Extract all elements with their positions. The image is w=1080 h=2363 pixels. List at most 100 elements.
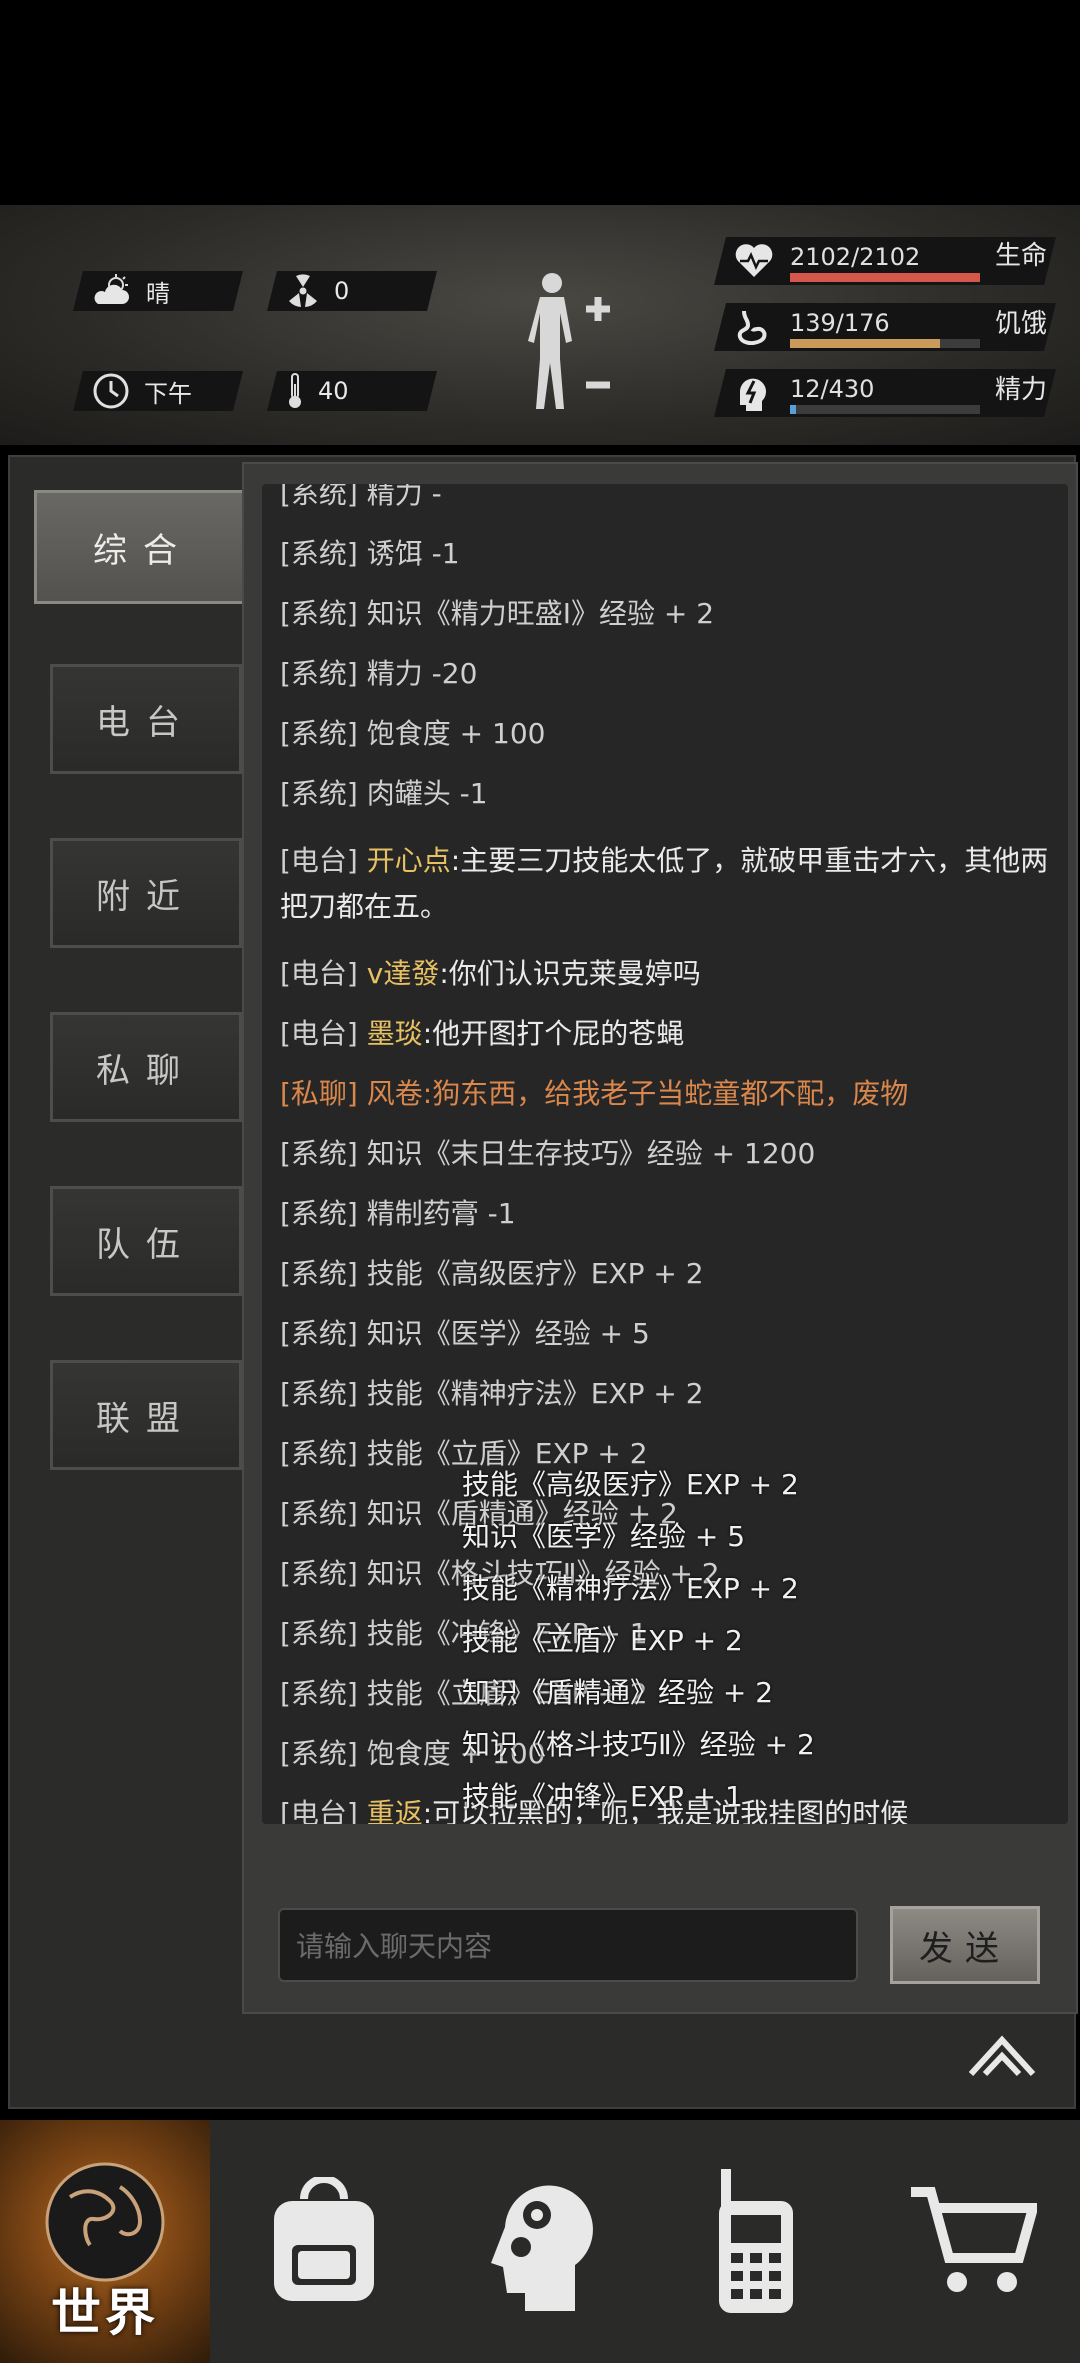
time-stat: 下午: [73, 371, 243, 411]
radio-message[interactable]: [电台] v達發:你们认识克莱曼婷吗: [280, 944, 1060, 1004]
floating-notice: 技能《精神疗法》EXP + 2: [462, 1572, 799, 1605]
nav-backpack[interactable]: [216, 2120, 432, 2363]
tab-general[interactable]: 综合: [34, 490, 252, 604]
chat-input-placeholder: 请输入聊天内容: [296, 1930, 493, 1963]
sender-name[interactable]: 墨琰: [367, 1017, 423, 1050]
channel-tag: [私聊]: [280, 1077, 358, 1110]
globe-icon: [40, 2157, 170, 2287]
radiation-value: 0: [334, 277, 350, 305]
thermometer-icon: [286, 372, 304, 410]
hunger-fill: [790, 339, 941, 348]
clock-icon: [92, 372, 130, 410]
weather-stat: 晴: [73, 271, 243, 311]
system-message: [系统] 精力 -: [280, 484, 1060, 524]
collapse-button[interactable]: [965, 2030, 1039, 2080]
channel-tag: [电台]: [280, 1797, 358, 1824]
heart-pulse-icon: [734, 243, 774, 279]
system-message: [系统] 诱饵 -1: [280, 524, 1060, 584]
system-message: [系统] 技能《精神疗法》EXP + 2: [280, 1364, 1060, 1424]
sender-name[interactable]: 重返: [367, 1797, 423, 1824]
tab-radio[interactable]: 电台: [50, 664, 242, 774]
message-text: 精力 -20: [366, 657, 478, 690]
energy-head-icon: [734, 373, 770, 413]
temperature-stat: 40: [267, 371, 437, 411]
channel-tag: [系统]: [280, 597, 358, 630]
channel-tag: [系统]: [280, 537, 358, 570]
channel-tag: [系统]: [280, 1437, 358, 1470]
tab-private[interactable]: 私聊: [50, 1012, 242, 1122]
chat-input[interactable]: 请输入聊天内容: [278, 1908, 858, 1982]
sender-name[interactable]: 风卷: [367, 1077, 423, 1110]
channel-tag: [电台]: [280, 844, 358, 877]
private-message[interactable]: [私聊] 风卷:狗东西，给我老子当蛇童都不配，废物: [280, 1064, 1060, 1124]
message-text: 技能《精神疗法》EXP + 2: [366, 1377, 704, 1410]
system-message: [系统] 知识《末日生存技巧》经验 + 1200: [280, 1124, 1060, 1184]
channel-tag: [系统]: [280, 1617, 358, 1650]
bottom-nav: 世界: [0, 2120, 1080, 2363]
energy-value: 12/430: [790, 375, 875, 403]
floating-notice: 知识《盾精通》经验 + 2: [462, 1676, 774, 1709]
floating-notice: 知识《格斗技巧Ⅱ》经验 + 2: [462, 1728, 815, 1761]
channel-tag: [系统]: [280, 1317, 358, 1350]
energy-track: [790, 405, 980, 414]
radio-message[interactable]: [电台] 开心点:主要三刀技能太低了，就破甲重击才六，其他两把刀都在五。: [280, 824, 1060, 944]
message-text: :你们认识克莱曼婷吗: [439, 957, 701, 990]
channel-tag: [系统]: [280, 484, 358, 510]
message-text: 知识《末日生存技巧》经验 + 1200: [366, 1137, 816, 1170]
message-text: 知识《医学》经验 + 5: [366, 1317, 650, 1350]
hunger-value: 139/176: [790, 309, 890, 337]
tab-team[interactable]: 队伍: [50, 1186, 242, 1296]
health-fill: [790, 273, 980, 282]
nav-world[interactable]: 世界: [0, 2120, 210, 2363]
system-message: [系统] 饱食度 + 100: [280, 704, 1060, 764]
message-text: :他开图打个屁的苍蝇: [422, 1017, 685, 1050]
nav-skills[interactable]: [432, 2120, 648, 2363]
send-button[interactable]: 发送: [890, 1906, 1040, 1984]
body-status-button[interactable]: [522, 265, 622, 425]
radio-message[interactable]: [电台] 墨琰:他开图打个屁的苍蝇: [280, 1004, 1060, 1064]
energy-label: 精力: [995, 375, 1048, 405]
nav-radio[interactable]: [648, 2120, 864, 2363]
channel-tag: [电台]: [280, 957, 358, 990]
tab-alliance[interactable]: 联盟: [50, 1360, 242, 1470]
floating-notice: 技能《立盾》EXP + 2: [462, 1624, 743, 1657]
energy-fill: [790, 405, 796, 414]
floating-notice: 知识《医学》经验 + 5: [462, 1520, 746, 1553]
system-message: [系统] 知识《医学》经验 + 5: [280, 1304, 1060, 1364]
system-message: [系统] 精力 -20: [280, 644, 1060, 704]
channel-tag: [系统]: [280, 1557, 358, 1590]
message-text: 精力 -: [366, 484, 442, 510]
walkie-talkie-icon: [711, 2167, 801, 2317]
nav-shop[interactable]: [864, 2120, 1080, 2363]
system-message: [系统] 技能《高级医疗》EXP + 2: [280, 1244, 1060, 1304]
message-text: 诱饵 -1: [366, 537, 460, 570]
channel-tag: [系统]: [280, 1497, 358, 1530]
system-message: [系统] 肉罐头 -1: [280, 764, 1060, 824]
time-label: 下午: [144, 379, 192, 408]
health-value: 2102/2102: [790, 243, 921, 271]
system-message: [系统] 精制药膏 -1: [280, 1184, 1060, 1244]
floating-notice: 技能《高级医疗》EXP + 2: [462, 1468, 799, 1501]
partly-cloudy-icon: [92, 274, 132, 308]
floating-notice: 技能《冲锋》EXP + 1: [462, 1780, 743, 1813]
tab-nearby[interactable]: 附近: [50, 838, 242, 948]
health-label: 生命: [995, 241, 1048, 271]
sender-name[interactable]: v達發: [367, 957, 440, 990]
radiation-icon: [286, 274, 320, 308]
radiation-stat: 0: [267, 271, 437, 311]
health-track: [790, 273, 980, 282]
shopping-cart-icon: [907, 2182, 1037, 2302]
channel-tag: [系统]: [280, 1737, 358, 1770]
sender-name[interactable]: 开心点: [367, 844, 451, 877]
channel-tag: [电台]: [280, 1017, 358, 1050]
channel-tag: [系统]: [280, 1377, 358, 1410]
backpack-icon: [264, 2176, 384, 2307]
stomach-icon: [734, 309, 770, 345]
head-gears-icon: [485, 2167, 595, 2317]
message-text: 知识《精力旺盛Ⅰ》经验 + 2: [366, 597, 715, 630]
message-text: 肉罐头 -1: [366, 777, 488, 810]
hunger-label: 饥饿: [995, 309, 1048, 339]
message-text: :狗东西，给我老子当蛇童都不配，废物: [422, 1077, 909, 1110]
channel-tag: [系统]: [280, 717, 358, 750]
message-text: 精制药膏 -1: [366, 1197, 516, 1230]
